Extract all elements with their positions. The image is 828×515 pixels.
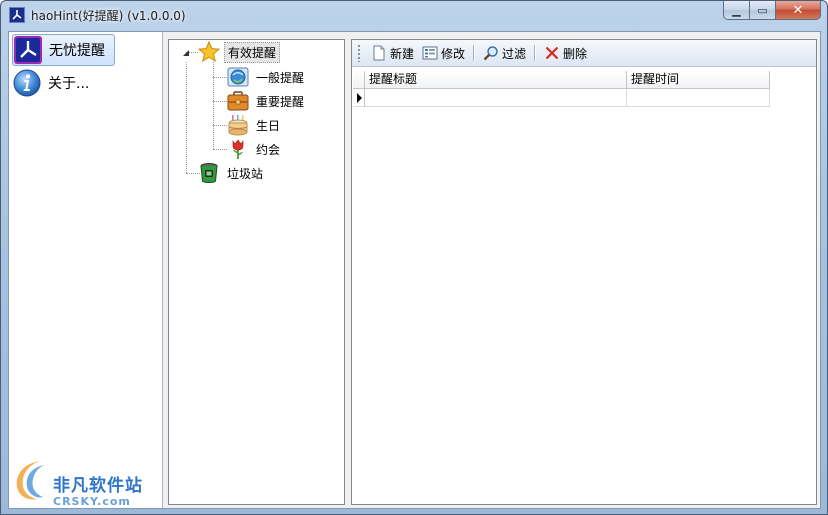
clock-icon — [13, 35, 43, 65]
watermark-text-cn: 非凡软件站 — [53, 476, 143, 496]
table-row[interactable] — [353, 89, 770, 107]
tree-node-active[interactable]: 有效提醒 — [197, 40, 281, 63]
reminder-grid: 提醒标题 提醒时间 — [353, 71, 770, 107]
tree-connector — [213, 62, 214, 149]
tree-node-label: 有效提醒 — [224, 41, 281, 63]
grid-header-row: 提醒标题 提醒时间 — [353, 71, 770, 89]
cell-title[interactable] — [365, 89, 627, 107]
sidebar-item-about[interactable]: 关于... — [12, 67, 152, 99]
tree-connector — [213, 101, 227, 102]
toolbar-separator — [473, 45, 476, 61]
tree-connector — [213, 125, 227, 126]
watermark-text-en: CRSKY.com — [53, 495, 131, 508]
category-tree: 有效提醒 一般提醒 重要提醒 生日 约会 垃圾站 — [168, 39, 345, 505]
sidebar: 无忧提醒 关于... 非凡软件站 CRSKY.com — [9, 32, 163, 508]
close-button[interactable]: ✕ — [776, 1, 821, 20]
edit-list-icon — [422, 45, 438, 61]
caption-buttons: ▁ ▭ ✕ — [723, 1, 821, 21]
filter-button[interactable]: 过滤 — [479, 42, 530, 64]
app-icon — [9, 7, 25, 23]
tree-node-birthday[interactable]: 生日 — [227, 114, 283, 136]
tree-node-trash[interactable]: 垃圾站 — [198, 162, 266, 184]
minimize-icon: ▁ — [732, 3, 741, 17]
cell-time[interactable] — [627, 89, 770, 107]
new-button[interactable]: 新建 — [367, 42, 418, 64]
toolbar-grip[interactable] — [357, 44, 361, 62]
delete-x-icon — [544, 45, 560, 61]
tree-node-label: 垃圾站 — [227, 166, 264, 181]
close-icon: ✕ — [792, 2, 804, 18]
delete-button[interactable]: 删除 — [540, 42, 591, 64]
tree-node-general[interactable]: 一般提醒 — [227, 66, 307, 88]
window-title: haoHint(好提醒) (v1.0.0.0) — [31, 9, 186, 23]
minimize-button[interactable]: ▁ — [723, 1, 750, 20]
row-header[interactable] — [353, 89, 365, 107]
tree-connector — [213, 77, 227, 78]
tree-connector — [213, 149, 227, 150]
edit-button[interactable]: 修改 — [418, 42, 469, 64]
filter-button-label: 过滤 — [502, 46, 527, 61]
title-bar[interactable]: haoHint(好提醒) (v1.0.0.0) ▁ ▭ ✕ — [1, 1, 827, 29]
sidebar-item-label: 关于... — [48, 76, 90, 92]
magnifier-icon — [483, 45, 499, 61]
trash-icon — [198, 162, 220, 184]
tree-node-label: 重要提醒 — [256, 94, 305, 109]
sidebar-item-label: 无忧提醒 — [49, 43, 105, 59]
edit-button-label: 修改 — [441, 46, 466, 61]
star-icon — [197, 40, 221, 63]
info-icon — [12, 68, 42, 98]
tree-node-appointment[interactable]: 约会 — [227, 138, 283, 160]
new-button-label: 新建 — [390, 46, 415, 61]
globe-icon — [227, 66, 249, 88]
tree-node-label: 约会 — [256, 142, 281, 157]
tree-connector — [186, 62, 187, 173]
app-window: haoHint(好提醒) (v1.0.0.0) ▁ ▭ ✕ 无忧提醒 关于...… — [0, 0, 828, 515]
current-row-arrow-icon — [357, 93, 362, 103]
tree-node-label: 一般提醒 — [256, 70, 305, 85]
delete-button-label: 删除 — [563, 46, 588, 61]
tree-node-label: 生日 — [256, 118, 281, 133]
maximize-icon: ▭ — [757, 3, 768, 17]
toolbar-separator — [534, 45, 537, 61]
watermark: 非凡软件站 CRSKY.com — [9, 457, 161, 508]
briefcase-icon — [227, 90, 249, 112]
toolbar: 新建 修改 过滤 删除 — [352, 40, 816, 67]
new-document-icon — [371, 45, 387, 61]
client-area: 无忧提醒 关于... 非凡软件站 CRSKY.com 有效提醒 一般提醒 重要提… — [8, 31, 821, 509]
column-header-title[interactable]: 提醒标题 — [365, 71, 627, 89]
grid-corner — [353, 71, 365, 89]
tree-expander-icon[interactable] — [182, 49, 190, 57]
flower-icon — [227, 138, 249, 160]
column-header-time[interactable]: 提醒时间 — [627, 71, 770, 89]
watermark-logo — [11, 457, 53, 503]
cake-icon — [227, 114, 249, 136]
tree-node-important[interactable]: 重要提醒 — [227, 90, 307, 112]
reminder-list-panel: 新建 修改 过滤 删除 提醒标题 提醒时间 — [351, 39, 817, 505]
maximize-button[interactable]: ▭ — [750, 1, 776, 20]
sidebar-item-reminders[interactable]: 无忧提醒 — [12, 34, 115, 66]
